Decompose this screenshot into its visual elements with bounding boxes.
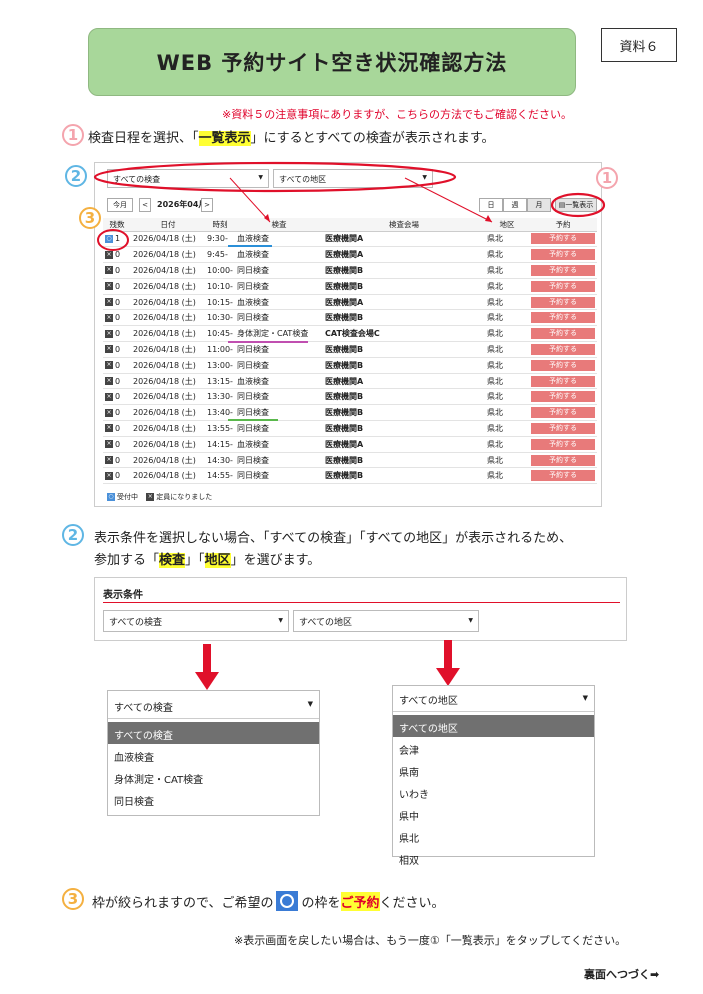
- area-dropdown-current[interactable]: すべての地区 ▼: [393, 686, 594, 712]
- chevron-down-icon: ▼: [468, 617, 473, 624]
- conditions-exam-value: すべての検査: [109, 618, 163, 628]
- area-dropdown: すべての地区 ▼ すべての地区 会津 県南 いわき 県中 県北 相双: [392, 685, 595, 867]
- open-slot-icon: [276, 891, 299, 911]
- step3-text: 枠が絞られますので、ご希望の の枠を ご予約 ください。: [92, 891, 445, 911]
- chevron-down-icon: ▼: [278, 617, 283, 624]
- step2-line1: 表示条件を選択しない場合、「すべての検査」「すべての地区」が表示されるため、: [94, 531, 573, 546]
- conditions-label: 表示条件: [103, 590, 143, 601]
- step3-highlight: ご予約: [340, 891, 380, 911]
- display-conditions-panel: 表示条件 すべての検査 ▼ すべての地区 ▼: [94, 577, 627, 641]
- exam-option[interactable]: 血液検査: [108, 744, 319, 766]
- conditions-area-value: すべての地区: [299, 618, 353, 628]
- step2-line2-pre: 参加する「: [94, 553, 160, 568]
- area-option[interactable]: いわき: [393, 781, 594, 803]
- conditions-exam-select[interactable]: すべての検査 ▼: [103, 610, 289, 632]
- step2-line2-mid: 」「: [185, 553, 205, 568]
- chevron-down-icon: ▼: [582, 694, 588, 702]
- step3-number: 3: [62, 888, 84, 910]
- exam-dropdown-current-value: すべての検査: [114, 703, 173, 714]
- area-option[interactable]: 会津: [393, 737, 594, 759]
- step2-number: 2: [62, 524, 84, 546]
- annotation-overlay: [93, 161, 606, 421]
- exam-option[interactable]: すべての検査: [108, 722, 319, 744]
- list-button-highlight-ellipse: [550, 192, 606, 218]
- down-arrow-exam: [195, 644, 219, 690]
- chevron-down-icon: ▼: [307, 700, 313, 708]
- area-option[interactable]: 相双: [393, 847, 594, 869]
- step3-text-post: ください。: [379, 895, 445, 911]
- step2-marker: 2: [65, 165, 87, 187]
- area-option[interactable]: 県中: [393, 803, 594, 825]
- down-arrow-area: [436, 640, 460, 686]
- exam-option[interactable]: 身体測定・CAT検査: [108, 766, 319, 788]
- arrow-line-area: [404, 177, 493, 223]
- next-page-note: 裏面へつづく➡: [584, 968, 660, 981]
- arrow-line-exam: [229, 177, 271, 223]
- step3-text-pre: 枠が絞られますので、ご希望の: [92, 895, 274, 911]
- conditions-area-select[interactable]: すべての地区 ▼: [293, 610, 479, 632]
- step1-marker: 1: [596, 167, 618, 189]
- step3-marker: 3: [79, 207, 101, 229]
- exam-dropdown-current[interactable]: すべての検査 ▼: [108, 691, 319, 719]
- area-option[interactable]: すべての地区: [393, 715, 594, 737]
- step2-line2: 参加する「検査」「地区」を選びます。: [94, 549, 320, 568]
- step2-highlight-area: 地区: [204, 553, 231, 568]
- step3-text-mid: の枠を: [301, 895, 341, 911]
- step2-highlight-exam: 検査: [159, 553, 186, 568]
- arrow-head-exam: [264, 214, 270, 222]
- exam-dropdown: すべての検査 ▼ すべての検査 血液検査 身体測定・CAT検査 同日検査: [107, 690, 320, 816]
- exam-option[interactable]: 同日検査: [108, 788, 319, 810]
- conditions-divider: [103, 602, 620, 603]
- area-option[interactable]: 県北: [393, 825, 594, 847]
- bottom-note: ※表示画面を戻したい場合は、もう一度①「一覧表示」をタップしてください。: [234, 934, 627, 947]
- area-dropdown-current-value: すべての地区: [399, 696, 458, 707]
- open-slot-highlight-ellipse: [97, 229, 129, 251]
- step2-line2-post: 」を選びます。: [230, 553, 321, 568]
- area-option[interactable]: 県南: [393, 759, 594, 781]
- filter-highlight-ellipse: [93, 161, 457, 193]
